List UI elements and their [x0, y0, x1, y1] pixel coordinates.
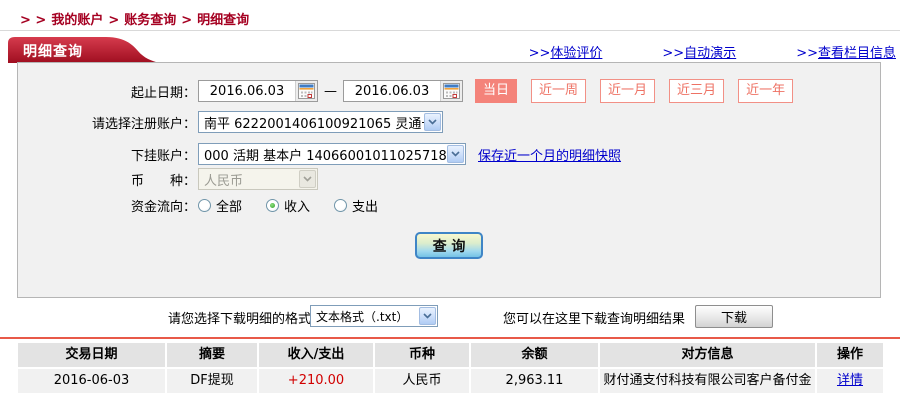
tab-label: 明细查询: [23, 41, 83, 61]
currency-label: 币 种：: [18, 170, 196, 189]
breadcrumb-separator: >: [108, 13, 119, 28]
link-arrow: >>: [662, 46, 684, 61]
currency-select: 人民币: [198, 168, 318, 190]
query-form: 起止日期： —: [17, 62, 881, 298]
red-divider: [0, 337, 900, 339]
download-button[interactable]: 下载: [695, 305, 773, 328]
account-label: 请选择注册账户：: [18, 113, 196, 132]
radio-checked-icon: [266, 199, 279, 212]
quick-range-year-button[interactable]: 近一年: [738, 79, 793, 103]
account-row: 请选择注册账户： 南平 6222001406100921065 灵通卡: [18, 111, 880, 133]
breadcrumb-item-detail-query: 明细查询: [197, 13, 249, 28]
radio-icon: [198, 199, 211, 212]
link-experience-rating[interactable]: >>体验评价: [529, 42, 603, 61]
download-format-label: 请您选择下载明细的格式: [168, 308, 311, 327]
breadcrumb: > > 我的账户 > 账务查询 > 明细查询: [20, 9, 254, 28]
cell-action: 详情: [817, 369, 883, 393]
chevron-down-icon: [299, 170, 316, 188]
table-row: 2016-06-03 DF提现 +210.00 人民币 2,963.11 财付通…: [18, 369, 883, 393]
breadcrumb-separator: >: [181, 13, 192, 28]
download-format-select[interactable]: 文本格式（.txt）: [310, 305, 438, 327]
date-to-field: [343, 80, 463, 102]
chevron-down-icon: [447, 145, 464, 163]
column-header-amount: 收入/支出: [259, 343, 373, 367]
cell-date: 2016-06-03: [18, 369, 165, 393]
cell-summary: DF提现: [167, 369, 257, 393]
chevron-down-icon: [419, 307, 436, 325]
currency-select-value: 人民币: [199, 170, 299, 189]
link-label: 查看栏目信息: [818, 46, 896, 61]
divider: [0, 30, 900, 31]
date-range-row: 起止日期： —: [18, 79, 880, 103]
flow-radio-income[interactable]: 收入: [266, 196, 310, 215]
link-view-column-info[interactable]: >>查看栏目信息: [796, 42, 896, 61]
quick-range-month-button[interactable]: 近一月: [600, 79, 655, 103]
sub-account-row: 下挂账户： 000 活期 基本户 1406600101102571848 保存近…: [18, 143, 880, 165]
date-from-input[interactable]: [199, 81, 295, 101]
column-header-counterparty: 对方信息: [600, 343, 815, 367]
column-header-currency: 币种: [375, 343, 469, 367]
cell-balance: 2,963.11: [471, 369, 598, 393]
breadcrumb-item-my-account[interactable]: 我的账户: [51, 13, 103, 28]
flow-radio-expense-label: 支出: [352, 196, 378, 215]
link-auto-demo[interactable]: >>自动演示: [662, 42, 736, 61]
sub-account-select-value: 000 活期 基本户 1406600101102571848: [199, 145, 447, 164]
calendar-icon[interactable]: [295, 81, 317, 101]
date-from-field: [198, 80, 318, 102]
quick-range-week-button[interactable]: 近一周: [531, 79, 586, 103]
download-row: 请您选择下载明细的格式 文本格式（.txt） 您可以在这里下载查询明细结果 下载: [0, 302, 900, 330]
link-label: 体验评价: [550, 46, 602, 61]
sub-account-select[interactable]: 000 活期 基本户 1406600101102571848: [198, 143, 466, 165]
detail-link[interactable]: 详情: [837, 373, 863, 388]
column-header-date: 交易日期: [18, 343, 165, 367]
date-to-input[interactable]: [344, 81, 440, 101]
column-header-summary: 摘要: [167, 343, 257, 367]
date-separator: —: [324, 84, 337, 99]
flow-row: 资金流向： 全部 收入 支出: [18, 196, 880, 215]
chevron-down-icon: [424, 113, 441, 131]
link-arrow: >>: [529, 46, 551, 61]
currency-row: 币 种： 人民币: [18, 168, 880, 190]
sub-account-label: 下挂账户：: [18, 145, 196, 164]
flow-label: 资金流向：: [18, 196, 196, 215]
flow-radio-income-label: 收入: [284, 196, 310, 215]
flow-radio-all-label: 全部: [216, 196, 242, 215]
header-links: >>体验评价 >>自动演示 >>查看栏目信息: [529, 42, 896, 61]
column-header-balance: 余额: [471, 343, 598, 367]
download-hint: 您可以在这里下载查询明细结果: [503, 308, 685, 327]
account-select[interactable]: 南平 6222001406100921065 灵通卡: [198, 111, 443, 133]
column-header-action: 操作: [817, 343, 883, 367]
table-header: 交易日期 摘要 收入/支出 币种 余额 对方信息 操作: [18, 343, 883, 367]
cell-counterparty: 财付通支付科技有限公司客户备付金: [600, 369, 815, 393]
snapshot-link[interactable]: 保存近一个月的明细快照: [478, 145, 621, 164]
link-label: 自动演示: [684, 46, 736, 61]
cell-amount: +210.00: [259, 369, 373, 393]
tab-detail-query[interactable]: 明细查询: [8, 37, 160, 63]
calendar-icon[interactable]: [440, 81, 462, 101]
account-select-value: 南平 6222001406100921065 灵通卡: [199, 113, 424, 132]
query-button[interactable]: 查 询: [415, 232, 483, 259]
quick-range-quarter-button[interactable]: 近三月: [669, 79, 724, 103]
cell-currency: 人民币: [375, 369, 469, 393]
quick-range-today-button[interactable]: 当日: [475, 79, 517, 103]
download-format-value: 文本格式（.txt）: [311, 308, 419, 325]
query-button-row: 查 询: [18, 232, 880, 259]
radio-icon: [334, 199, 347, 212]
link-arrow: >>: [796, 46, 818, 61]
date-range-label: 起止日期：: [18, 82, 196, 101]
flow-radio-expense[interactable]: 支出: [334, 196, 378, 215]
breadcrumb-prefix: > >: [20, 13, 46, 28]
flow-radio-all[interactable]: 全部: [198, 196, 242, 215]
results-table: 交易日期 摘要 收入/支出 币种 余额 对方信息 操作 2016-06-03 D…: [18, 343, 883, 393]
breadcrumb-item-account-query[interactable]: 账务查询: [124, 13, 176, 28]
